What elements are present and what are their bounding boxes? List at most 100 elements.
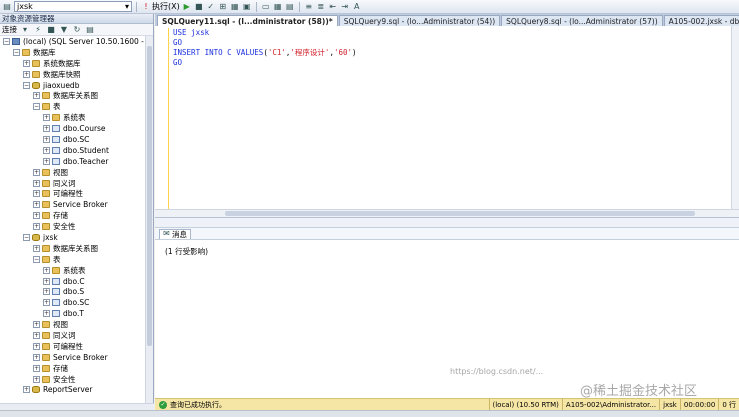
- expand-icon[interactable]: +: [33, 342, 40, 350]
- expand-icon[interactable]: +: [33, 364, 40, 372]
- expand-icon[interactable]: +: [33, 212, 40, 220]
- editor-horizontal-scrollbar[interactable]: [155, 209, 739, 217]
- tree-node[interactable]: + dbo.SC: [0, 134, 153, 145]
- tree-node[interactable]: + 数据库关系图: [0, 90, 153, 101]
- tree-node[interactable]: + dbo.S: [0, 286, 153, 297]
- stop-icon[interactable]: ■: [46, 25, 56, 35]
- sql-editor[interactable]: USE jxsk GO INSERT INTO C VALUES('C1','程…: [155, 26, 739, 218]
- document-tab[interactable]: SQLQuery8.sql - (lo...Administrator (57)…: [501, 15, 663, 26]
- tree-node[interactable]: + 系统表: [0, 112, 153, 123]
- collapse-icon[interactable]: −: [33, 103, 40, 111]
- tree-node[interactable]: + dbo.Student: [0, 145, 153, 156]
- tree-node[interactable]: + 可编程性: [0, 188, 153, 199]
- collapse-icon[interactable]: −: [33, 255, 40, 263]
- expand-icon[interactable]: +: [43, 277, 50, 285]
- tree-node[interactable]: + 视图: [0, 319, 153, 330]
- scrollbar-thumb[interactable]: [225, 211, 695, 216]
- tree-node[interactable]: + 存储: [0, 210, 153, 221]
- expand-icon[interactable]: +: [23, 70, 30, 78]
- document-tab[interactable]: A105-002.jxsk - dbo.T: [663, 15, 739, 26]
- results-to-grid-icon[interactable]: ▦: [273, 2, 283, 12]
- expand-icon[interactable]: +: [43, 310, 50, 318]
- tree-node[interactable]: + 数据库快照: [0, 69, 153, 80]
- editor-vertical-scrollbar[interactable]: [731, 26, 739, 210]
- tree-node[interactable]: + dbo.SC: [0, 297, 153, 308]
- increase-indent-icon[interactable]: ⇥: [340, 2, 350, 12]
- results-to-text-icon[interactable]: ▭: [261, 2, 271, 12]
- expand-icon[interactable]: +: [33, 168, 40, 176]
- estimated-plan-icon[interactable]: ⊞: [218, 2, 228, 12]
- expand-icon[interactable]: +: [43, 288, 50, 296]
- expand-icon[interactable]: +: [23, 59, 30, 67]
- tree-node[interactable]: + dbo.C: [0, 276, 153, 287]
- tree-node[interactable]: + 数据库关系图: [0, 243, 153, 254]
- expand-icon[interactable]: +: [43, 114, 50, 122]
- comment-icon[interactable]: ≡: [304, 2, 314, 12]
- tree-node[interactable]: + dbo.Course: [0, 123, 153, 134]
- tree-node[interactable]: + dbo.T: [0, 308, 153, 319]
- tree-node[interactable]: + 安全性: [0, 374, 153, 385]
- tree-node[interactable]: + 系统数据库: [0, 58, 153, 69]
- tree-node[interactable]: − 表: [0, 254, 153, 265]
- expand-icon[interactable]: +: [33, 190, 40, 198]
- database-icon[interactable]: ▤: [2, 2, 12, 12]
- disconnect-icon[interactable]: ⚡: [33, 25, 43, 35]
- collapse-icon[interactable]: −: [23, 81, 30, 89]
- refresh-icon[interactable]: ↻: [72, 25, 82, 35]
- tree-node[interactable]: + Service Broker: [0, 352, 153, 363]
- expand-icon[interactable]: +: [33, 321, 40, 329]
- tree-node[interactable]: + 可编程性: [0, 341, 153, 352]
- tree-node[interactable]: − 表: [0, 101, 153, 112]
- results-splitter[interactable]: [155, 218, 739, 228]
- tree-node[interactable]: + 安全性: [0, 221, 153, 232]
- expand-icon[interactable]: +: [43, 146, 50, 154]
- tree-node[interactable]: + dbo.Teacher: [0, 156, 153, 167]
- tree-horizontal-scrollbar[interactable]: [0, 403, 154, 410]
- uncomment-icon[interactable]: ≣: [316, 2, 326, 12]
- tree-node[interactable]: + Service Broker: [0, 199, 153, 210]
- tree-node[interactable]: − 数据库: [0, 47, 153, 58]
- database-select[interactable]: jxsk ▾: [14, 1, 132, 12]
- expand-icon[interactable]: +: [33, 331, 40, 339]
- tree-node[interactable]: + ReportServer: [0, 385, 153, 396]
- query-designer-icon[interactable]: ▦: [230, 2, 240, 12]
- tree-node[interactable]: + 系统表: [0, 265, 153, 276]
- scrollbar-thumb[interactable]: [147, 46, 152, 346]
- collapse-icon[interactable]: −: [23, 233, 30, 241]
- expand-icon[interactable]: +: [23, 386, 30, 394]
- expand-icon[interactable]: +: [33, 223, 40, 231]
- connect-button[interactable]: 连接: [2, 24, 17, 35]
- expand-icon[interactable]: +: [43, 135, 50, 143]
- specify-values-icon[interactable]: A: [352, 2, 362, 12]
- collapse-icon[interactable]: −: [13, 48, 20, 56]
- expand-icon[interactable]: +: [43, 125, 50, 133]
- summary-icon[interactable]: ▤: [85, 25, 95, 35]
- expand-icon[interactable]: +: [43, 299, 50, 307]
- expand-icon[interactable]: +: [43, 157, 50, 165]
- tree-node[interactable]: + 同义词: [0, 178, 153, 189]
- expand-icon[interactable]: +: [33, 92, 40, 100]
- intellisense-icon[interactable]: ▣: [242, 2, 252, 12]
- parse-icon[interactable]: ✓: [206, 2, 216, 12]
- results-to-file-icon[interactable]: ▤: [285, 2, 295, 12]
- tree-node[interactable]: − jxsk: [0, 232, 153, 243]
- connect-dropdown-icon[interactable]: ▾: [20, 25, 30, 35]
- decrease-indent-icon[interactable]: ⇤: [328, 2, 338, 12]
- document-tab[interactable]: SQLQuery9.sql - (lo...Administrator (54)…: [338, 15, 501, 26]
- debug-icon[interactable]: ▶: [182, 2, 192, 12]
- expand-icon[interactable]: +: [43, 266, 50, 274]
- expand-icon[interactable]: +: [33, 353, 40, 361]
- document-tab[interactable]: SQLQuery11.sql - (l...dministrator (58))…: [157, 15, 338, 26]
- sql-code[interactable]: USE jxsk GO INSERT INTO C VALUES('C1','程…: [173, 28, 357, 68]
- collapse-icon[interactable]: −: [3, 37, 10, 45]
- tree-scrollbar[interactable]: [145, 36, 153, 403]
- expand-icon[interactable]: +: [33, 179, 40, 187]
- tab-messages[interactable]: ✉ 消息: [159, 228, 191, 239]
- messages-pane[interactable]: (1 行受影响): [155, 240, 739, 390]
- stop-icon[interactable]: ■: [194, 2, 204, 12]
- tree-node[interactable]: + 存储: [0, 363, 153, 374]
- expand-icon[interactable]: +: [33, 244, 40, 252]
- execute-button[interactable]: ! 执行(X): [141, 1, 179, 12]
- filter-icon[interactable]: ▼: [59, 25, 69, 35]
- tree-node[interactable]: + 视图: [0, 167, 153, 178]
